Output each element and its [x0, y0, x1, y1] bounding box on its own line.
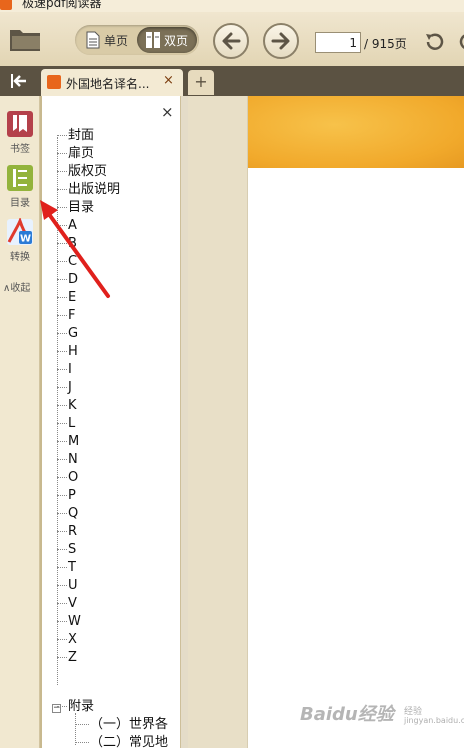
toc-item[interactable]: Z [57, 649, 77, 667]
annotation-arrow [40, 200, 110, 298]
toc-item[interactable]: O [57, 469, 78, 487]
pdf-logo-icon [47, 75, 61, 89]
folder-icon[interactable] [9, 27, 42, 52]
bookmarks-button[interactable]: 书签 [3, 110, 37, 156]
double-page-label: 双页 [164, 33, 189, 48]
tab-title: 外国地名译名... [66, 77, 150, 91]
toc-item-label: （一）世界各 [90, 717, 169, 732]
rotate-left-icon[interactable] [423, 30, 447, 54]
page-number-input[interactable] [315, 32, 361, 53]
toolbar: 单页 双页 / 915页 [0, 12, 464, 66]
toc-item[interactable]: L [57, 415, 75, 433]
watermark-url: jingyan.baidu.com [404, 716, 464, 725]
toc-item[interactable]: F [57, 307, 75, 325]
single-page-button[interactable]: 单页 [77, 27, 135, 53]
toc-item-label: W [68, 614, 81, 629]
arrow-left-icon [222, 32, 241, 50]
toc-item-label: N [68, 452, 78, 467]
close-toc-icon[interactable]: × [161, 103, 174, 121]
toc-item-label: L [68, 416, 76, 431]
toc-item[interactable]: 扉页 [57, 145, 94, 163]
close-tab-icon[interactable]: × [163, 73, 174, 88]
right-page [248, 96, 464, 748]
toc-item[interactable]: W [57, 613, 81, 631]
toc-item[interactable]: H [57, 343, 78, 361]
next-page-button[interactable] [263, 23, 299, 59]
watermark-logo: Baidu经验 [300, 704, 394, 725]
collapse-sidebar-button[interactable] [0, 66, 38, 96]
cover-image [248, 96, 464, 168]
title-bar: 极速pdf阅读器 [0, 0, 464, 12]
rotate-right-icon[interactable] [456, 30, 464, 54]
toc-item[interactable]: I [57, 361, 72, 379]
toc-item-label: F [68, 308, 76, 323]
toc-item[interactable]: R [57, 523, 77, 541]
left-page [188, 96, 248, 748]
toc-item-label: S [68, 542, 77, 557]
toc-item-label: （二）常见地 [90, 735, 169, 748]
toc-item-label: H [68, 344, 78, 359]
toc-item-label: X [68, 632, 77, 647]
watermark: Baidu经验 经验 jingyan.baidu.com [300, 700, 464, 734]
toc-item[interactable]: 封面 [57, 127, 94, 145]
toc-item-label: Z [68, 650, 77, 665]
bookmark-icon [7, 111, 33, 137]
toc-item[interactable]: J [57, 379, 72, 397]
toc-item[interactable]: S [57, 541, 76, 559]
toc-item-label: V [68, 596, 77, 611]
toc-item-label: M [68, 434, 80, 449]
single-page-icon [86, 31, 100, 49]
toc-item-label: K [68, 398, 77, 413]
toc-item-label: T [68, 560, 76, 575]
toc-item[interactable]: U [57, 577, 78, 595]
toc-item[interactable]: K [57, 397, 77, 415]
collapse-left-icon [11, 74, 26, 88]
double-page-button[interactable]: 双页 [137, 27, 197, 53]
document-tab[interactable]: 外国地名译名... × [41, 69, 183, 96]
toc-item[interactable]: P [57, 487, 76, 505]
double-page-icon [146, 32, 160, 48]
toc-item-appendix-1[interactable]: （一）世界各 [75, 716, 168, 734]
toc-item[interactable]: G [57, 325, 78, 343]
toc-item-label: J [68, 380, 72, 395]
toc-icon [7, 165, 33, 191]
toc-item-label: 扉页 [68, 146, 95, 161]
toc-item-label: 封面 [68, 128, 95, 143]
toc-item[interactable]: T [57, 559, 76, 577]
toc-item-label: 附录 [68, 699, 95, 714]
tab-bar: 外国地名译名... × + [0, 66, 464, 96]
toc-item-label: O [68, 470, 79, 485]
toc-item[interactable]: Q [57, 505, 78, 523]
toc-item-appendix-2[interactable]: （二）常见地 [75, 734, 168, 748]
toc-item[interactable]: V [57, 595, 77, 613]
toc-item-label: Q [68, 506, 79, 521]
bookmarks-label: 书签 [10, 144, 30, 155]
app-logo-icon [0, 0, 12, 10]
arrow-right-icon [271, 32, 290, 50]
app-title: 极速pdf阅读器 [22, 0, 102, 10]
total-pages-label: / 915页 [364, 37, 407, 51]
toc-item-label: I [68, 362, 72, 377]
pdf-reader-window: 极速pdf阅读器 单页 双页 1 / 915页 外国地名译名... × + 书签… [0, 0, 464, 748]
toc-item[interactable]: X [57, 631, 77, 649]
toc-item-label: G [68, 326, 79, 341]
toc-item-label: U [68, 578, 78, 593]
toc-item[interactable]: M [57, 433, 79, 451]
rail-collapse-button[interactable]: ∧收起 [3, 279, 30, 294]
view-mode-switch: 单页 双页 [75, 25, 199, 55]
add-tab-button[interactable]: + [188, 70, 214, 95]
toc-item[interactable]: N [57, 451, 78, 469]
previous-page-button[interactable] [213, 23, 249, 59]
single-page-label: 单页 [104, 33, 129, 48]
document-view [181, 96, 464, 748]
toc-item[interactable]: 版权页 [57, 163, 107, 181]
toc-item-label: R [68, 524, 78, 539]
toc-item-label: 版权页 [68, 164, 108, 179]
toc-item-label: P [68, 488, 76, 503]
